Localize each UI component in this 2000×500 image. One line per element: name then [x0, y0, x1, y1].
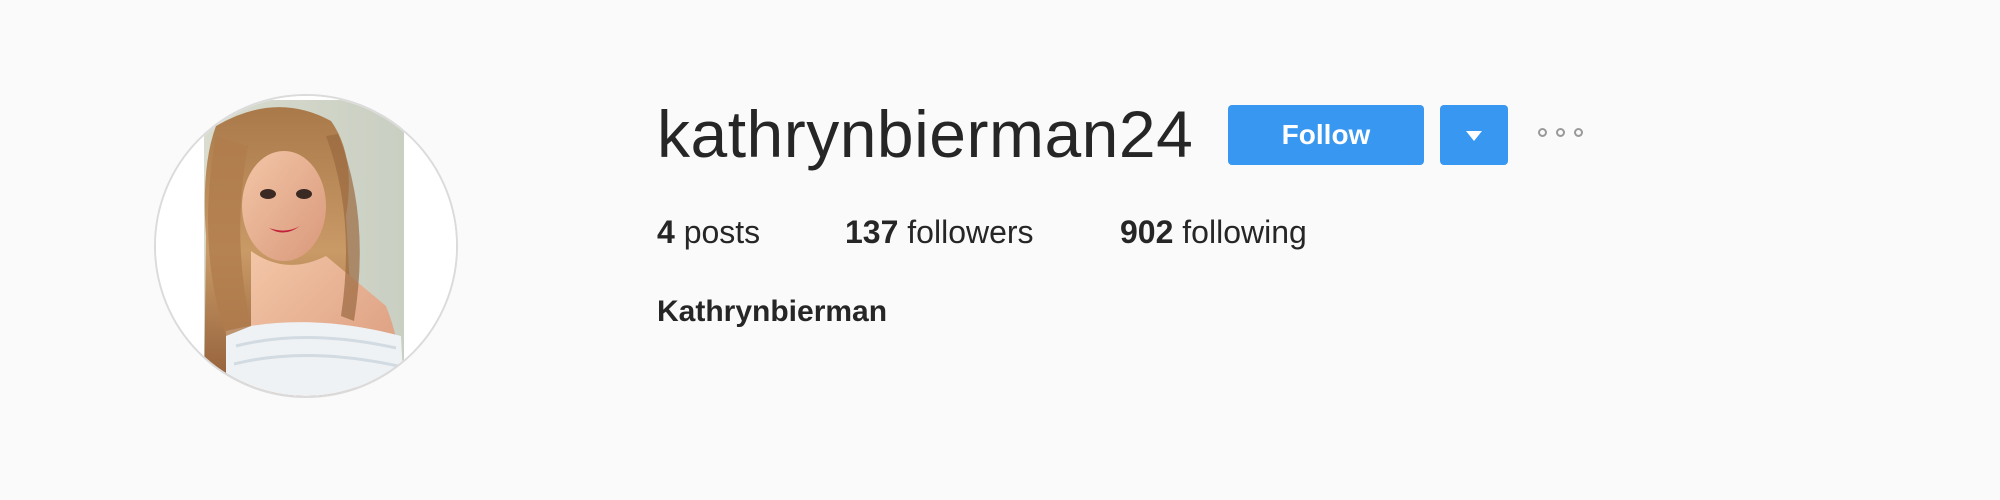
username: kathrynbierman24 — [657, 97, 1194, 171]
profile-photo — [156, 96, 456, 396]
followers-label: followers — [907, 214, 1034, 250]
follow-button[interactable]: Follow — [1228, 105, 1424, 165]
caret-down-icon — [1466, 131, 1482, 141]
following-label: following — [1182, 214, 1307, 250]
full-name: Kathrynbierman — [657, 295, 888, 328]
more-options-icon — [1574, 128, 1583, 137]
avatar[interactable] — [154, 94, 458, 398]
following-number: 902 — [1120, 214, 1174, 250]
followers-link[interactable]: 137 followers — [845, 210, 1034, 254]
profile-page: kathrynbierman24 Follow 4 posts 137 foll… — [0, 0, 2000, 500]
more-options-icon — [1556, 128, 1565, 137]
following-link[interactable]: 902 following — [1120, 210, 1307, 254]
posts-count: 4 posts — [657, 210, 760, 254]
more-options-button[interactable] — [1534, 122, 1586, 148]
suggested-users-dropdown-button[interactable] — [1440, 105, 1508, 165]
more-options-icon — [1538, 128, 1547, 137]
posts-number: 4 — [657, 214, 675, 250]
posts-label: posts — [683, 214, 761, 250]
followers-number: 137 — [845, 214, 899, 250]
